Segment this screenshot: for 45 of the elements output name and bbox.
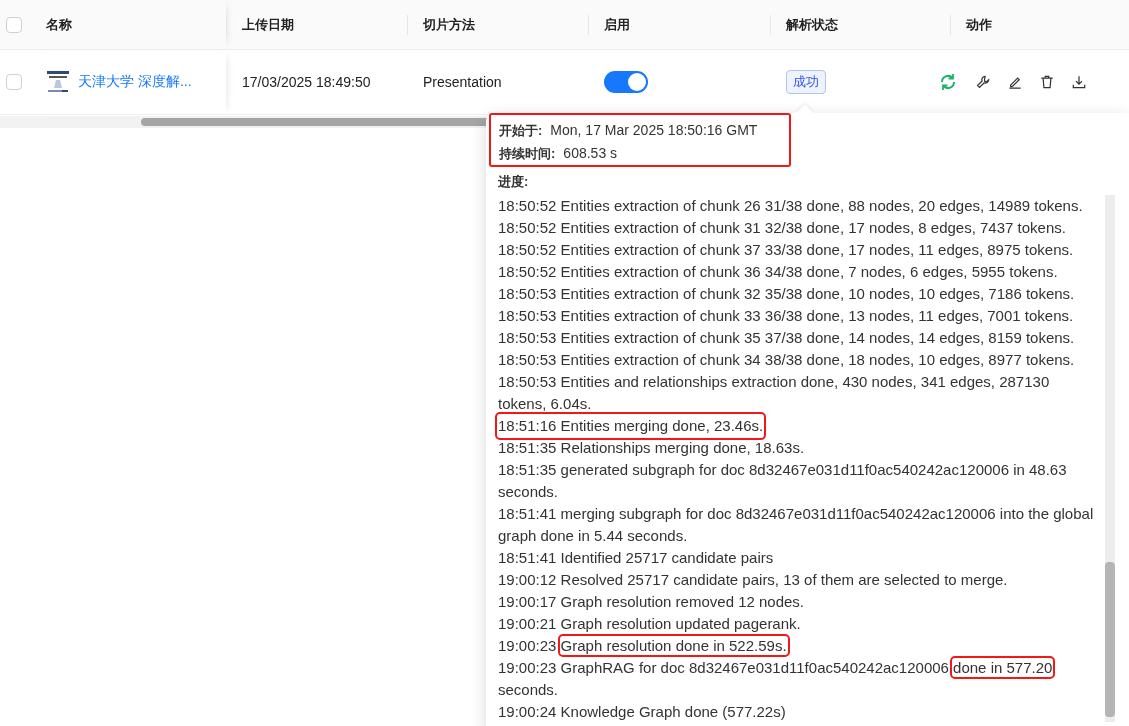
log-line: 18:50:53 Entities extraction of chunk 34 38/38 done, 18 nodes, 10 edges, 8977 tokens. — [498, 350, 1076, 370]
field-label: 持续时间: — [499, 146, 556, 161]
column-header: 上传日期 — [242, 15, 294, 34]
log-line: 19:00:17 Graph resolution removed 12 nodes. — [498, 592, 806, 612]
log-line: 18:50:53 Entities extraction of chunk 32 35/38 done, 10 nodes, 10 edges, 7186 tokens. — [498, 284, 1076, 304]
log-line: 18:51:41 merging subgraph for doc 8d32467e031d11f0ac540242ac120006 into the global graph done in 5.44 seconds. — [498, 504, 1095, 546]
log-line: 18:50:52 Entities extraction of chunk 37 33/38 done, 17 nodes, 11 edges, 8975 tokens. — [498, 240, 1075, 260]
download-icon[interactable] — [1072, 75, 1086, 89]
progress-label: 进度: — [498, 173, 530, 191]
checkbox[interactable] — [6, 74, 22, 90]
log-line: 18:50:53 Entities extraction of chunk 33 36/38 done, 13 nodes, 11 edges, 7001 tokens. — [498, 306, 1075, 326]
document-name-link[interactable]: 天津大学 深度解... — [78, 73, 192, 91]
field-value: Mon, 17 Mar 2025 18:50:16 GMT — [550, 122, 758, 138]
log-line: 18:51:35 generated subgraph for doc 8d32467e031d11f0ac540242ac120006 in 48.63 seconds. — [498, 460, 1068, 502]
column-header: 启用 — [604, 15, 630, 34]
column-header: 切片方法 — [423, 15, 475, 34]
scrollbar[interactable] — [0, 116, 486, 128]
log-line: 18:50:53 Entities and relationships extraction done, 430 nodes, 341 edges, 287130 tokens, 6.04s. — [498, 372, 1051, 414]
log-line: 19:00:12 Resolved 25717 candidate pairs, 13 of them are selected to merge. — [498, 570, 1009, 590]
log-line: 19:00:23 GraphRAG for doc 8d32467e031d11f0ac540242ac120006 done in 577.20 seconds. — [498, 657, 1098, 701]
column-header: 动作 — [966, 15, 992, 34]
column-header: 解析状态 — [786, 15, 838, 34]
field-value: 608.53 s — [563, 145, 618, 161]
toggle-switch[interactable] — [604, 71, 648, 93]
wrench-icon[interactable] — [976, 75, 990, 89]
edit-icon[interactable] — [1008, 75, 1022, 89]
trash-icon[interactable] — [1040, 75, 1054, 89]
log-line: 18:50:52 Entities extraction of chunk 31 32/38 done, 17 nodes, 8 edges, 7437 tokens. — [498, 218, 1067, 238]
log-line: 18:51:16 Entities merging done, 23.46s. — [498, 415, 764, 437]
checkbox[interactable] — [6, 16, 22, 33]
log-line: 19:00:23 Graph resolution done in 522.59s. — [498, 635, 1098, 657]
field-label: 开始于: — [499, 123, 543, 138]
log-line: 18:50:52 Entities extraction of chunk 36 34/38 done, 7 nodes, 6 edges, 5955 tokens. — [498, 262, 1059, 282]
log-line: 18:51:35 Relationships merging done, 18.63s. — [498, 438, 806, 458]
log-line: 18:51:41 Identified 25717 candidate pairs — [498, 548, 775, 568]
log-line: 18:50:52 Entities extraction of chunk 26 31/38 done, 88 nodes, 20 edges, 14989 tokens. — [498, 196, 1084, 216]
scrollbar[interactable] — [1105, 195, 1115, 722]
date-cell: 17/03/2025 18:49:50 — [242, 74, 371, 90]
status-tag[interactable]: 成功 — [786, 70, 826, 94]
column-header: 名称 — [46, 15, 72, 34]
log-line: 18:50:53 Entities extraction of chunk 35 37/38 done, 14 nodes, 14 edges, 8159 tokens. — [498, 328, 1076, 348]
log-line: 19:00:24 Knowledge Graph done (577.22s) — [498, 702, 787, 722]
refresh-icon[interactable] — [938, 72, 958, 92]
log-line: 19:00:21 Graph resolution updated pagerank. — [498, 614, 802, 634]
chunk-method-cell: Presentation — [423, 74, 502, 90]
